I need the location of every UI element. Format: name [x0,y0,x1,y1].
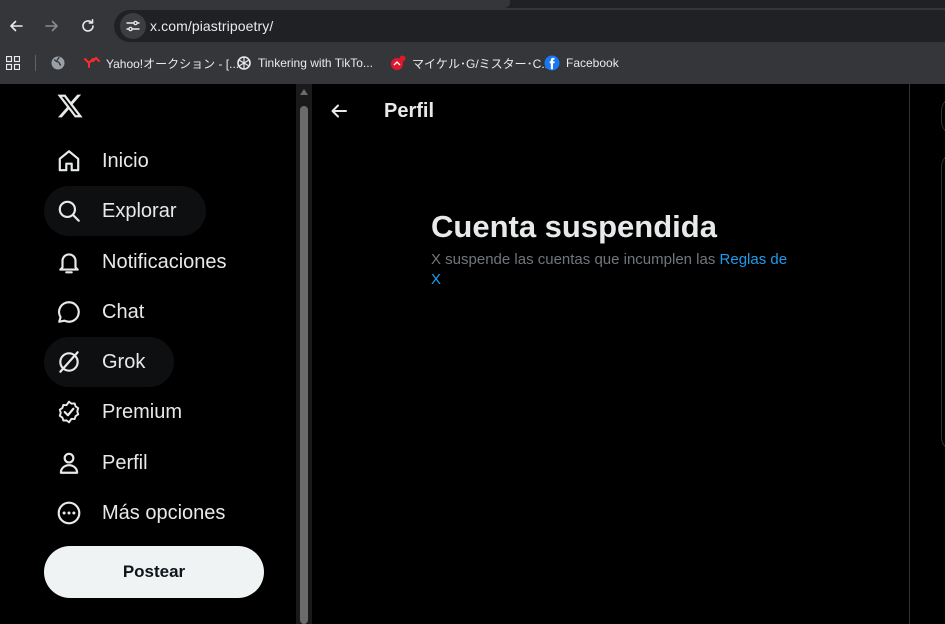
suspended-message-text: X suspende las cuentas que incumplen las [431,251,720,268]
sidebar-card-edge [941,152,945,452]
sidebar-item-grok[interactable]: Grok [44,337,174,387]
verified-badge-icon [56,399,82,425]
back-nav-button[interactable] [2,12,30,40]
sidebar-item-label: Notificaciones [102,250,227,273]
sidebar-scrollbar[interactable] [296,84,312,624]
x-logo-icon[interactable] [56,92,84,120]
sidebar-item-premium[interactable]: Premium [44,387,196,437]
suspended-notice: Cuenta suspendida X suspende las cuentas… [431,208,791,290]
bell-icon [56,249,82,275]
red-favicon-icon [390,55,406,71]
sidebar-item-label: Grok [102,350,146,373]
right-column [911,84,945,624]
sidebar-item-label: Chat [102,300,145,323]
active-tab-edge[interactable] [0,0,510,8]
address-bar[interactable]: x.com/piastripoetry/ [114,10,945,42]
reload-button[interactable] [74,12,102,40]
sidebar-item-explorar[interactable]: Explorar [44,186,206,236]
sidebar-item-notificaciones[interactable]: Notificaciones [44,237,241,287]
sidebar: Inicio Explorar Notificaciones Chat Grok [0,84,296,624]
home-icon [56,148,82,174]
browser-toolbar: x.com/piastripoetry/ Yahoo!オークション - [... [0,0,945,84]
sidebar-item-label: Más opciones [102,501,226,524]
reload-icon [82,19,94,32]
chat-bubble-icon [56,299,82,325]
bookmark-globe[interactable] [50,54,66,72]
sidebar-item-inicio[interactable]: Inicio [44,136,163,186]
arrow-left-icon [331,104,347,118]
person-icon [56,450,82,476]
page-title: Perfil [384,100,435,122]
openai-icon [236,55,252,71]
tune-icon [126,20,140,32]
x-app: Inicio Explorar Notificaciones Chat Grok [0,84,945,624]
more-circle-icon [56,500,82,526]
sidebar-item-label: Premium [102,400,183,423]
tab-strip [0,0,945,8]
forward-nav-button[interactable] [38,12,66,40]
search-box-edge[interactable] [941,96,945,136]
bookmarks-separator [35,55,36,71]
bookmark-facebook[interactable]: Facebook [544,54,619,72]
bookmark-label: マイケル･G/ミスター･C... [412,56,552,71]
bookmarks-bar: Yahoo!オークション - [... Tinkering with TikTo… [0,48,945,78]
sidebar-item-perfil[interactable]: Perfil [44,438,162,488]
bookmark-michael-g[interactable]: マイケル･G/ミスター･C... [390,54,551,72]
facebook-icon [544,55,560,71]
sidebar-item-label: Explorar [102,199,177,222]
search-icon [56,198,82,224]
url-text[interactable]: x.com/piastripoetry/ [150,18,273,34]
grok-icon [56,349,82,375]
bookmark-yahoo-auction[interactable]: Yahoo!オークション - [... [84,54,239,72]
scroll-up-arrow-icon[interactable] [300,89,308,95]
arrow-left-icon [10,20,23,32]
post-button[interactable]: Postear [44,546,264,598]
bookmark-label: Tinkering with TikTo... [258,56,373,70]
sidebar-item-mas-opciones[interactable]: Más opciones [44,488,239,538]
arrow-right-icon [45,20,58,32]
globe-icon [50,55,66,71]
sidebar-item-label: Inicio [102,149,149,172]
suspended-message: X suspende las cuentas que incumplen las… [431,250,791,290]
yahoo-auction-icon [84,55,100,71]
main-column: Perfil Cuenta suspendida X suspende las … [312,84,910,624]
apps-grid-icon[interactable] [6,56,20,70]
navigation-bar: x.com/piastripoetry/ [0,8,945,44]
suspended-title: Cuenta suspendida [431,209,717,244]
scrollbar-thumb[interactable] [300,106,308,624]
bookmark-label: Facebook [566,56,619,70]
bookmark-label: Yahoo!オークション - [... [106,56,240,71]
sidebar-item-chat[interactable]: Chat [44,287,158,337]
sidebar-item-label: Perfil [102,451,148,474]
back-button[interactable] [326,98,352,124]
site-info-button[interactable] [120,13,146,39]
bookmark-tinkering-tiktok[interactable]: Tinkering with TikTo... [236,54,373,72]
